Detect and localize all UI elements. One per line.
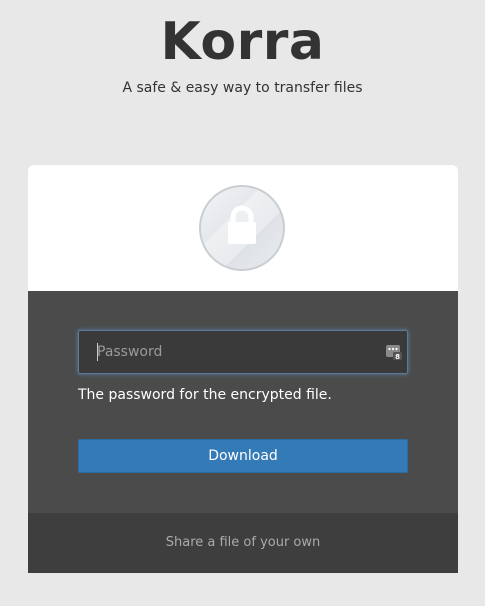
app-title: Korra bbox=[160, 12, 325, 72]
password-help-text: The password for the encrypted file. bbox=[78, 387, 332, 403]
share-file-link[interactable]: Share a file of your own bbox=[28, 534, 458, 552]
tagline: A safe & easy way to transfer files bbox=[122, 80, 363, 96]
password-manager-icon[interactable]: 8 bbox=[386, 344, 402, 361]
page: Korra A safe & easy way to transfer file… bbox=[0, 0, 485, 606]
password-section: 8 The password for the encrypted file. D… bbox=[28, 291, 458, 513]
password-input[interactable] bbox=[79, 331, 369, 373]
text-cursor bbox=[97, 343, 98, 361]
lock-icon bbox=[199, 185, 285, 271]
password-field: 8 bbox=[78, 330, 408, 374]
card-footer: Share a file of your own bbox=[28, 513, 458, 573]
card-header bbox=[28, 165, 458, 291]
download-card: 8 The password for the encrypted file. D… bbox=[28, 165, 458, 573]
download-button[interactable]: Download bbox=[78, 439, 408, 473]
svg-text:8: 8 bbox=[395, 353, 400, 360]
